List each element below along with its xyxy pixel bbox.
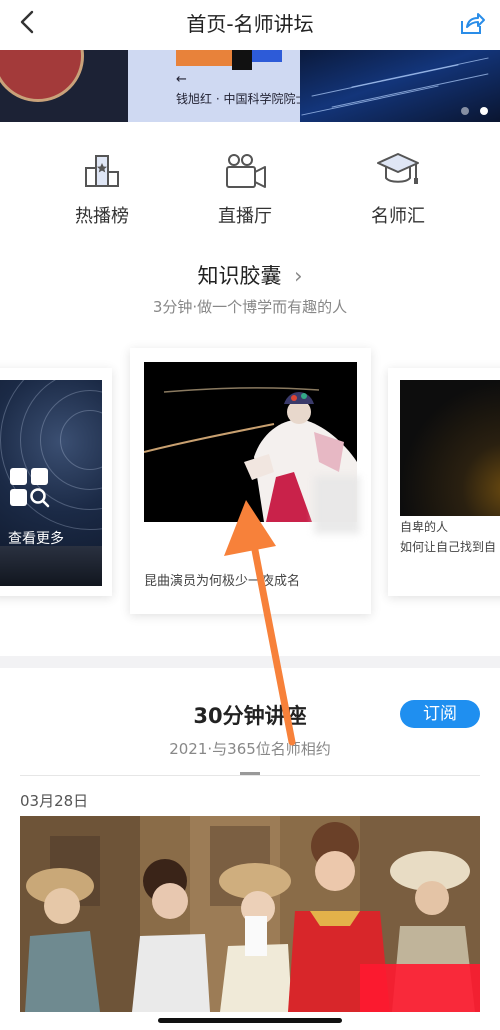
view-more-label: 查看更多 xyxy=(8,531,64,547)
subscribe-button[interactable]: 订阅 xyxy=(400,700,480,728)
section-divider xyxy=(0,656,500,668)
nav-item-ranking[interactable]: 热播榜 xyxy=(47,150,157,228)
scroll-indicator xyxy=(240,772,260,775)
capsule-card-next[interactable]: 自卑的人 如何让自己找到自 xyxy=(388,368,500,596)
lecture-subtitle: 2021·与365位名师相约 xyxy=(169,740,331,758)
banner-streak xyxy=(351,57,489,88)
red-watermark-block xyxy=(360,964,480,1012)
share-icon[interactable] xyxy=(456,8,486,38)
hill-silhouette xyxy=(0,546,102,586)
capsule-subtitle: 3分钟·做一个博学而有趣的人 xyxy=(152,298,348,316)
nav-label: 热播榜 xyxy=(75,206,129,227)
capsule-card-more[interactable]: 查看更多 xyxy=(0,368,112,596)
divider-line xyxy=(20,775,480,776)
camera-icon xyxy=(226,154,266,188)
banner-carousel[interactable]: ← 钱旭红 · 中国科学院院士 xyxy=(0,50,500,122)
nav-label: 名师汇 xyxy=(371,206,425,227)
banner-decoration xyxy=(176,50,232,66)
chevron-right-icon: › xyxy=(294,264,303,288)
banner-decoration xyxy=(252,50,282,62)
dark-scene-image xyxy=(400,380,500,516)
capsule-title-text: 知识胶囊 xyxy=(197,264,282,288)
nav-item-live[interactable]: 直播厅 xyxy=(190,150,300,228)
banner-pagination[interactable] xyxy=(455,100,488,119)
grid-search-icon xyxy=(10,468,50,508)
nav-item-teachers[interactable]: 名师汇 xyxy=(343,150,453,228)
banner-streak xyxy=(301,85,439,116)
nav-label: 直播厅 xyxy=(218,206,272,227)
banner-emblem xyxy=(0,50,84,102)
starry-sky-image: 查看更多 xyxy=(0,380,102,586)
right-card-line2: 如何让自己找到自 xyxy=(400,540,497,554)
header-bar: 首页-名师讲坛 xyxy=(0,0,500,48)
section-title-capsule[interactable]: 知识胶囊 › xyxy=(0,260,500,290)
banner-caption: 钱旭红 · 中国科学院院士 xyxy=(176,92,308,106)
home-indicator[interactable] xyxy=(158,1018,342,1023)
graduation-cap-icon xyxy=(377,153,419,184)
main-card-caption: 昆曲演员为何极少一夜成名 xyxy=(144,574,301,589)
right-card-line1: 自卑的人 xyxy=(400,520,449,534)
blurred-watermark xyxy=(314,476,360,534)
quick-nav: 热播榜 直播厅 名师汇 xyxy=(0,150,500,230)
banner-decoration xyxy=(232,50,252,70)
lecture-date: 03月28日 xyxy=(20,792,89,810)
banner-left-image xyxy=(0,50,128,122)
ranking-icon xyxy=(85,155,119,187)
banner-arrow-icon: ← xyxy=(176,72,187,87)
banner-dot[interactable] xyxy=(460,107,469,115)
page-title: 首页-名师讲坛 xyxy=(186,12,314,36)
banner-dot-active[interactable] xyxy=(480,107,488,115)
